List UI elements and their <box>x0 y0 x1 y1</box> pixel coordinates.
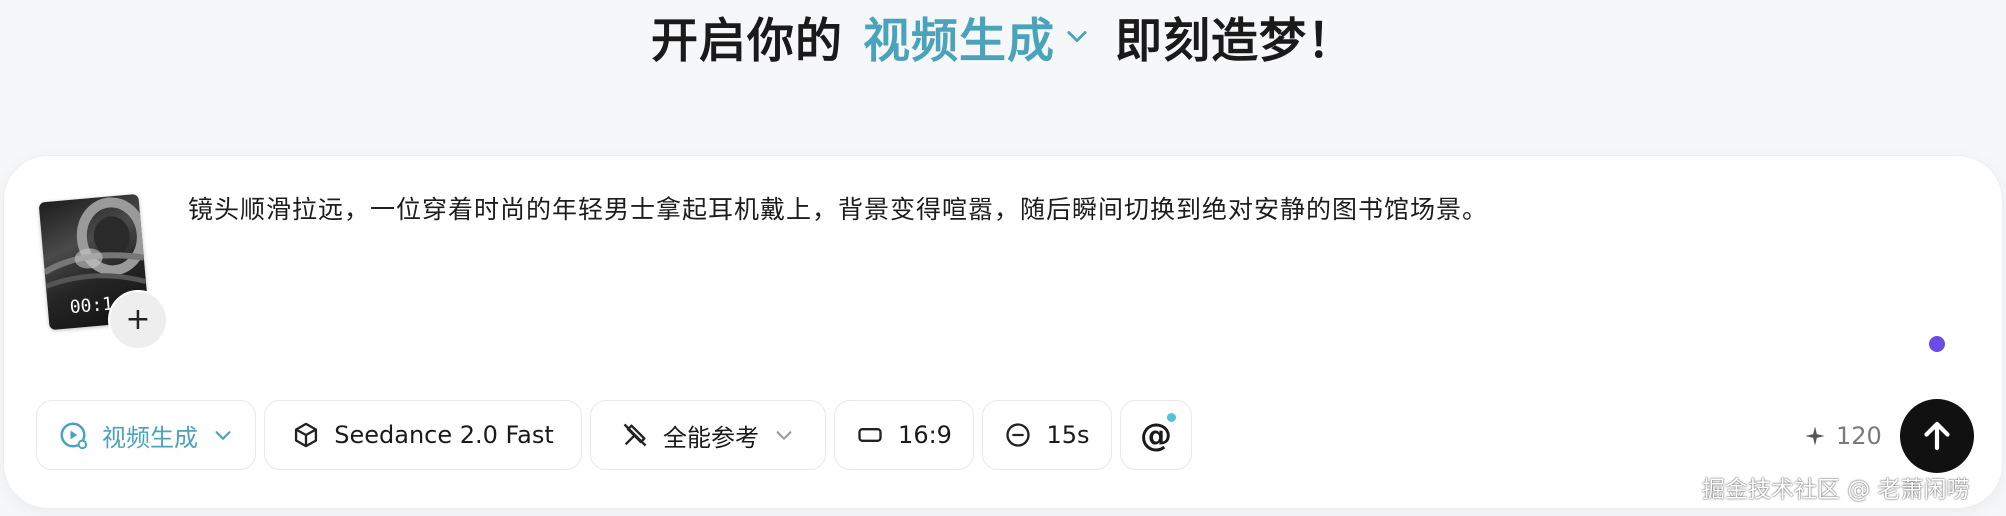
duration-label: 15s <box>1046 421 1090 449</box>
credits-indicator: 120 <box>1804 418 1882 454</box>
at-sign-icon: @ <box>1140 416 1172 454</box>
mention-indicator-dot <box>1167 413 1176 422</box>
headline-suffix: 即刻造梦！ <box>1115 13 1355 69</box>
reference-icon <box>623 423 647 447</box>
chevron-down-icon[interactable] <box>1063 22 1091 50</box>
page-headline: 开启你的 视频生成 即刻造梦！ <box>0 2 2006 71</box>
video-generate-icon <box>60 422 88 450</box>
add-attachment-button[interactable]: + <box>108 290 168 350</box>
credits-value: 120 <box>1836 422 1882 450</box>
status-dot <box>1929 336 1945 352</box>
aspect-ratio-icon <box>858 428 882 442</box>
video-duration-label: 00:1 <box>68 293 115 319</box>
model-label: Seedance 2.0 Fast <box>334 421 554 449</box>
plus-icon: + <box>125 302 151 337</box>
send-button[interactable] <box>1900 399 1974 473</box>
duration-icon <box>1006 423 1031 447</box>
chevron-down-icon <box>776 431 792 440</box>
headline-mode-selector[interactable]: 视频生成 <box>863 2 1055 71</box>
watermark: 掘金技术社区 @ 老萧闲唠 <box>1702 477 1970 503</box>
reference-label: 全能参考 <box>663 423 759 452</box>
headline-prefix: 开启你的 <box>651 13 843 69</box>
prompt-text[interactable]: 镜头顺滑拉远，一位穿着时尚的年轻男士拿起耳机戴上，背景变得喧嚣，随后瞬间切换到绝… <box>188 190 1488 226</box>
aspect-ratio-selector[interactable]: 16:9 <box>834 400 974 470</box>
reference-dropdown[interactable]: 全能参考 <box>590 400 826 470</box>
chevron-down-icon <box>215 431 231 440</box>
duration-selector[interactable]: 15s <box>982 400 1112 470</box>
mode-label: 视频生成 <box>102 423 198 452</box>
mention-button[interactable]: @ <box>1120 400 1192 470</box>
model-selector[interactable]: Seedance 2.0 Fast <box>264 400 582 470</box>
sparkle-icon <box>1805 426 1825 446</box>
aspect-ratio-label: 16:9 <box>898 421 952 449</box>
arrow-up-icon <box>1924 421 1950 451</box>
mode-dropdown[interactable]: 视频生成 <box>36 400 256 470</box>
cube-icon <box>295 422 318 448</box>
